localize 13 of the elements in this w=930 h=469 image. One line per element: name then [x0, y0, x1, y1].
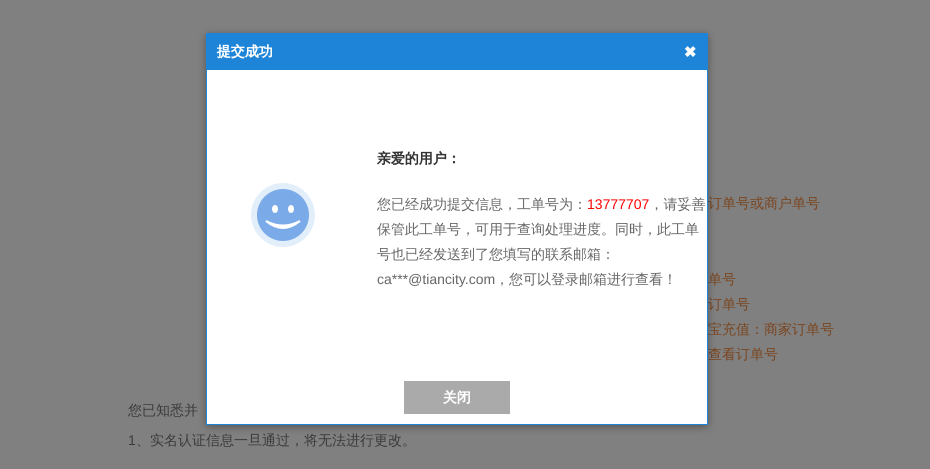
close-dialog-button[interactable]: 关闭	[404, 381, 510, 414]
hint-text: 订单号或商户单号	[708, 195, 820, 211]
dialog-title: 提交成功	[217, 43, 273, 61]
notice-item: 1、实名认证信息一旦通过，将无法进行更改。	[128, 432, 416, 448]
hint-text: 订单号	[708, 296, 750, 312]
hint-text: 单号	[708, 271, 736, 287]
hint-text: 查看订单号	[708, 346, 778, 362]
message: 您已经成功提交信息，工单号为：13777707，请妥善保管此工单号，可用于查询处理进度。同时，此工单号也已经发送到了您填写的联系邮箱： ca***@tiancity.com，您可以登录邮箱进行查看！	[377, 195, 706, 289]
notice-title: 您已知悉并	[128, 402, 198, 418]
hint-text: 宝充值：商家订单号	[708, 321, 834, 337]
close-button[interactable]: ✖	[684, 43, 697, 61]
smiley-icon	[251, 183, 315, 247]
greeting: 亲爱的用户：	[377, 149, 462, 167]
